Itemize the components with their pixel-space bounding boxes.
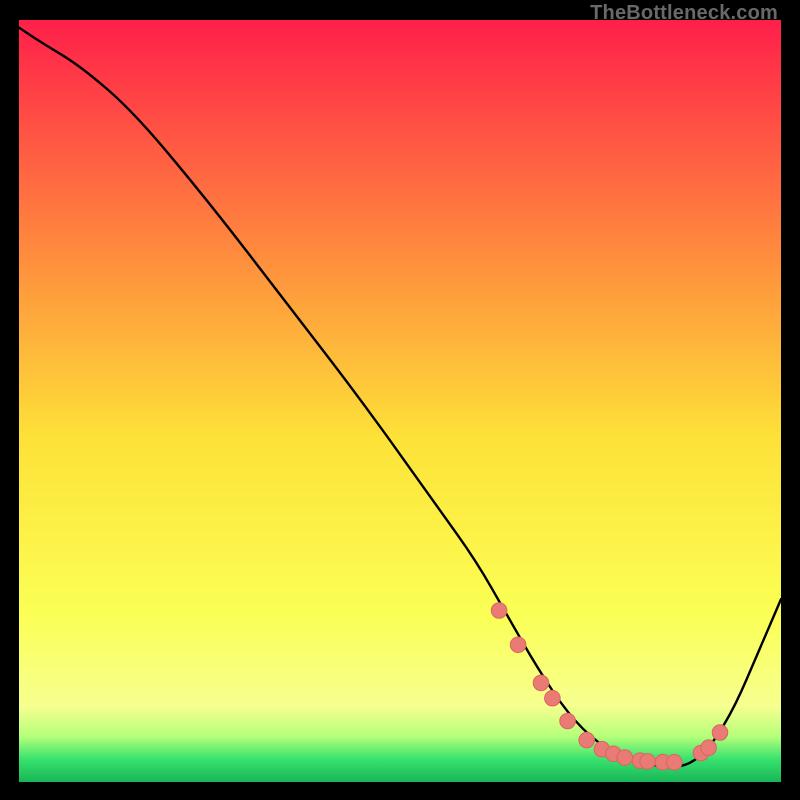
curve-marker — [533, 675, 549, 691]
curve-marker — [701, 740, 717, 756]
curve-marker — [491, 603, 507, 619]
curve-marker — [712, 725, 728, 741]
curve-marker — [510, 637, 526, 653]
chart-frame: TheBottleneck.com — [0, 0, 800, 800]
curve-marker — [579, 732, 595, 748]
gradient-background — [19, 20, 781, 782]
curve-marker — [667, 754, 683, 770]
curve-marker — [617, 750, 633, 766]
attribution-label: TheBottleneck.com — [590, 2, 778, 25]
plot-area — [19, 20, 781, 782]
chart-svg — [19, 20, 781, 782]
curve-marker — [640, 754, 656, 770]
curve-marker — [560, 713, 576, 729]
curve-marker — [545, 690, 561, 706]
